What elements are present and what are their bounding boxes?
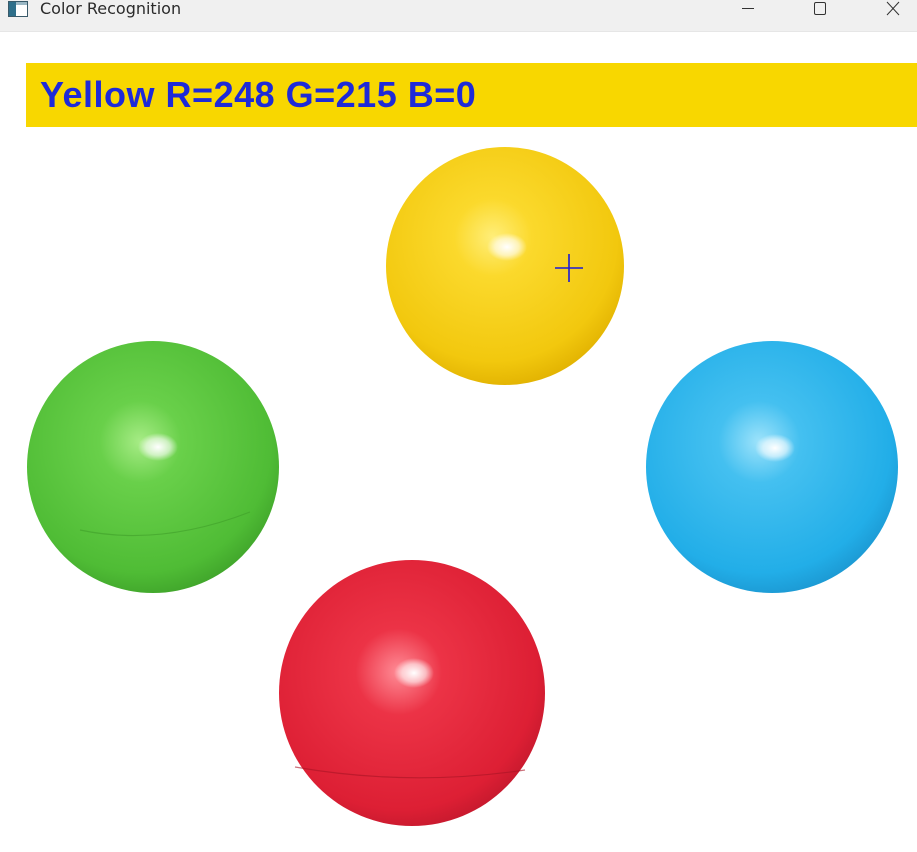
title-bar[interactable]: Color Recognition bbox=[0, 0, 917, 32]
red-ball bbox=[279, 560, 545, 826]
close-button[interactable] bbox=[870, 0, 916, 24]
app-window: Color Recognition Yellow R=248 G=215 B=0 bbox=[0, 0, 917, 852]
image-canvas[interactable]: Yellow R=248 G=215 B=0 bbox=[0, 32, 917, 852]
minimize-icon bbox=[742, 8, 754, 9]
color-info-banner: Yellow R=248 G=215 B=0 bbox=[26, 63, 917, 127]
window-title: Color Recognition bbox=[40, 0, 182, 18]
balls-image bbox=[27, 147, 898, 826]
blue-ball bbox=[646, 341, 898, 593]
minimize-button[interactable] bbox=[725, 0, 771, 24]
close-icon bbox=[886, 1, 900, 16]
app-icon bbox=[8, 1, 28, 17]
yellow-ball bbox=[386, 147, 624, 385]
color-readout: Yellow R=248 G=215 B=0 bbox=[40, 74, 477, 115]
green-ball bbox=[27, 341, 279, 593]
maximize-button[interactable] bbox=[797, 0, 843, 24]
maximize-icon bbox=[814, 2, 826, 15]
